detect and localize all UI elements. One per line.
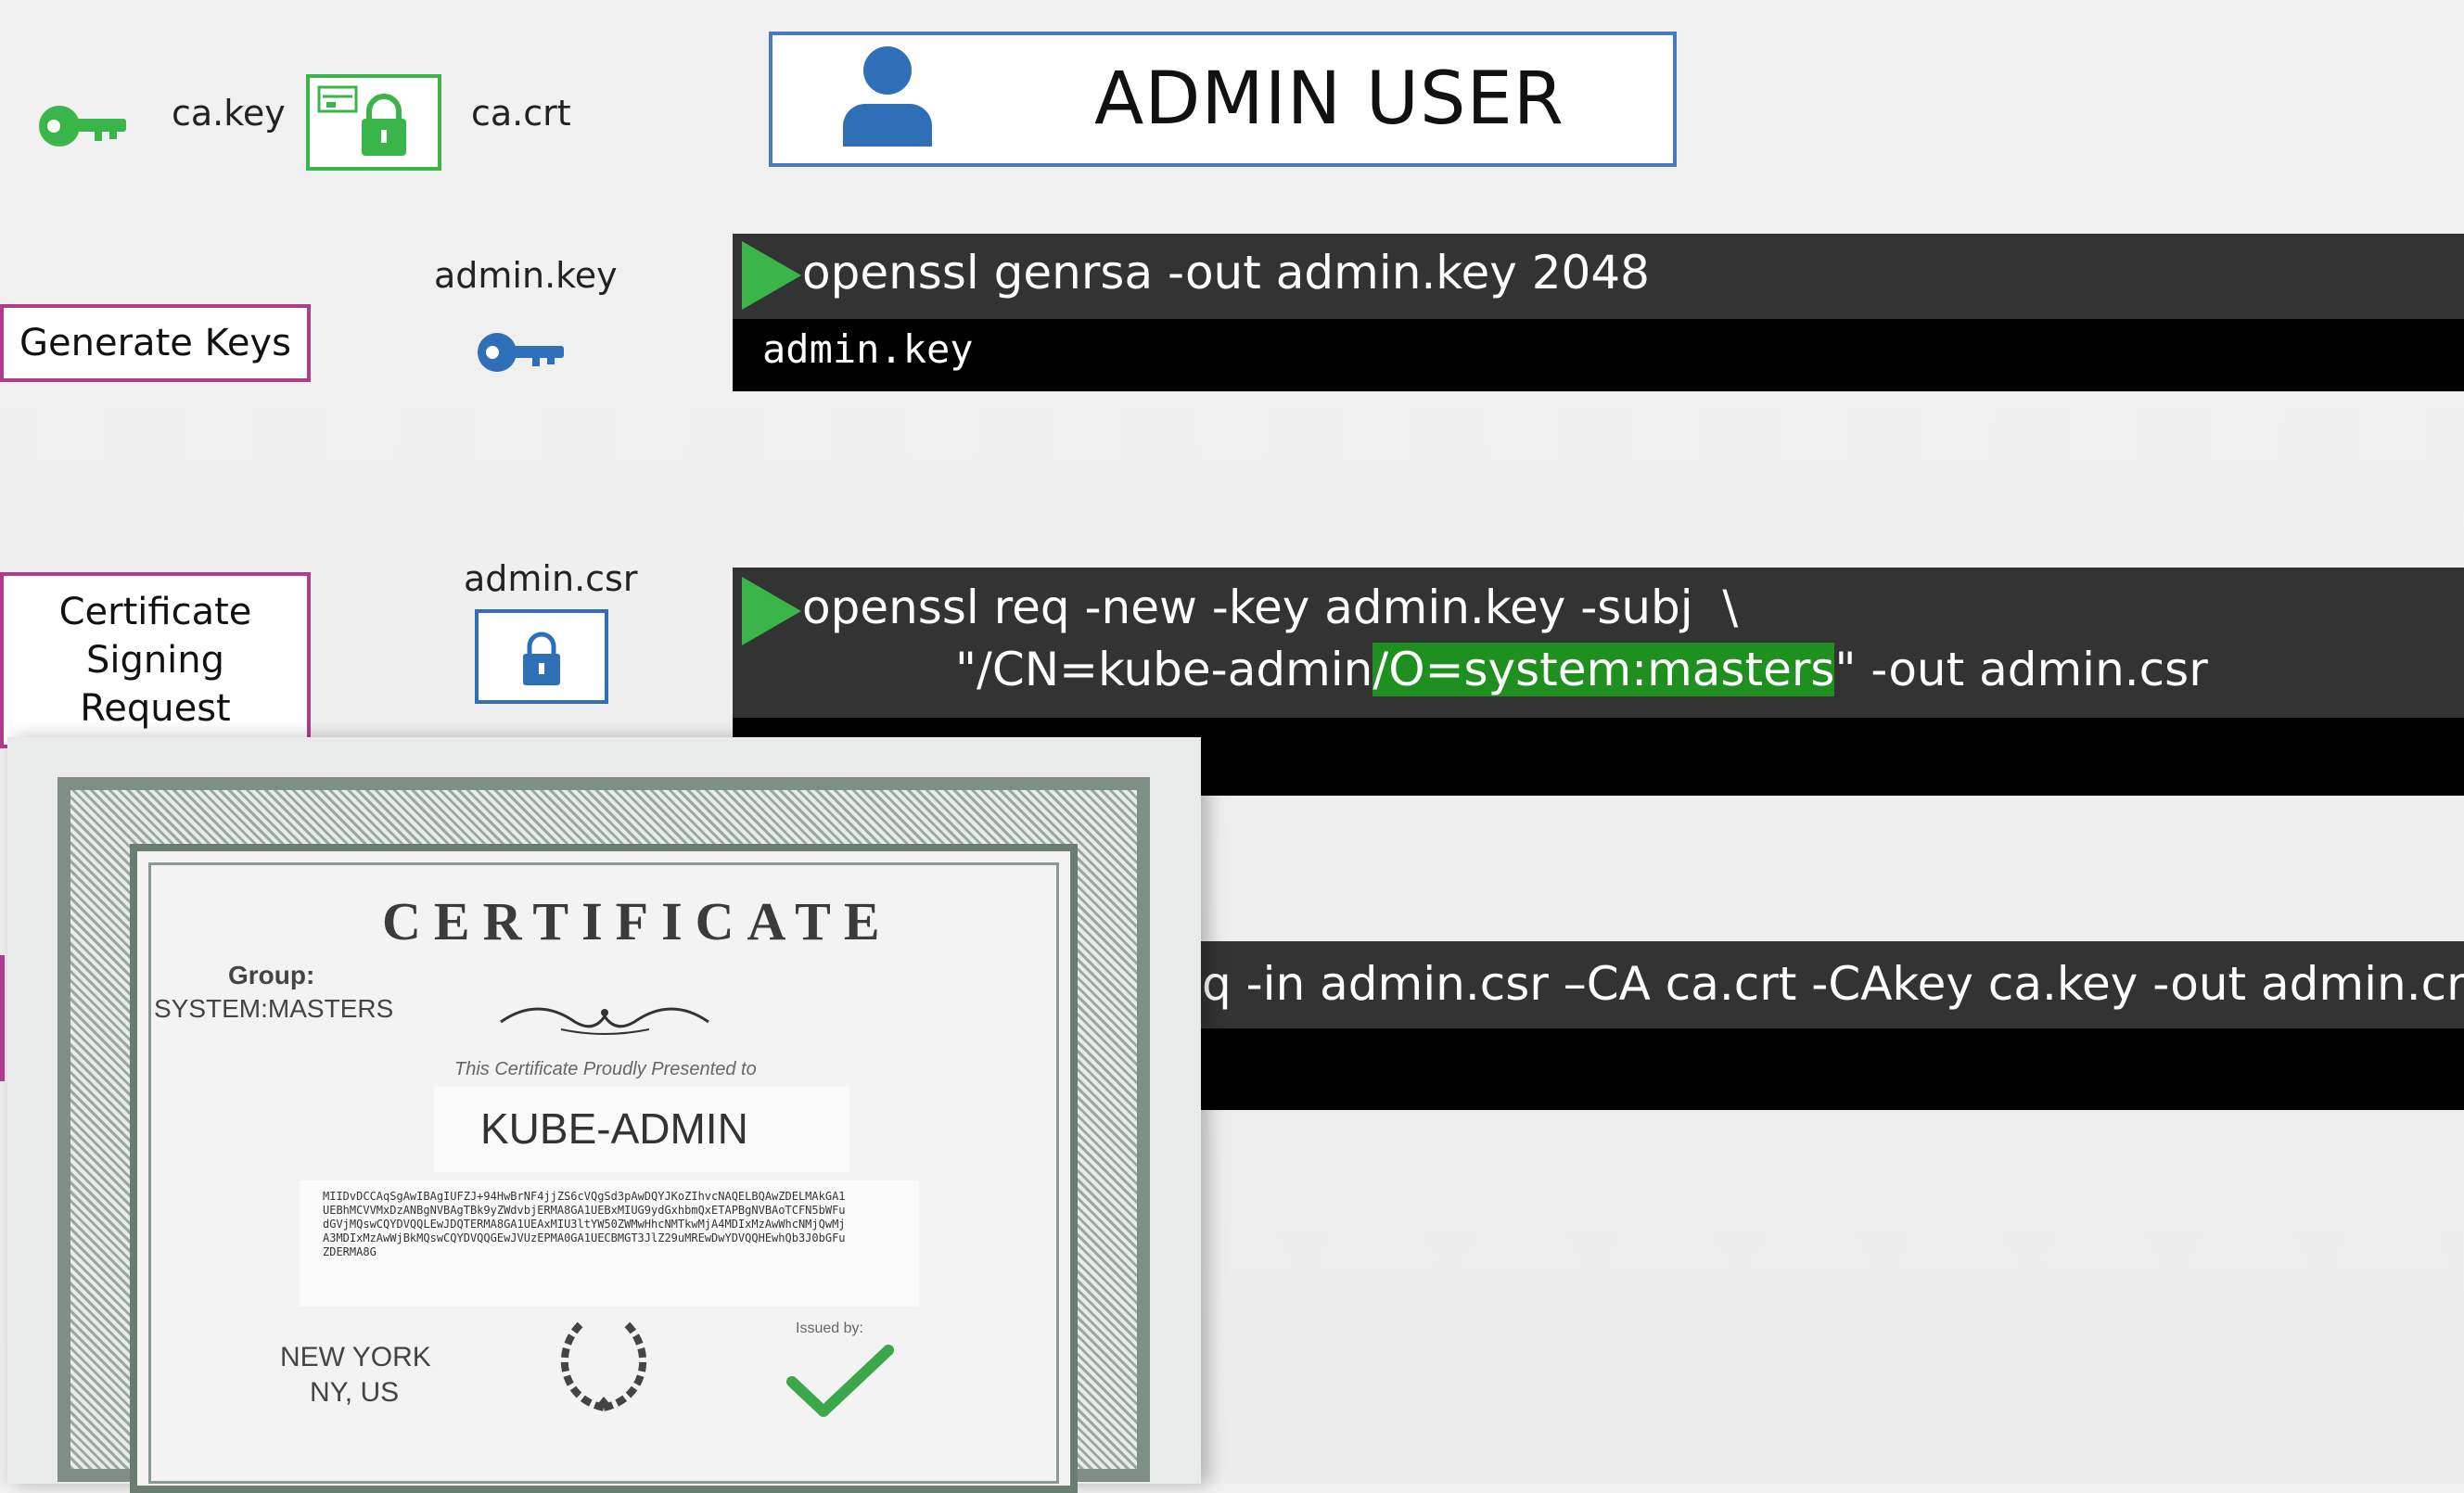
run-icon [740,239,803,312]
certificate-heading: CERTIFICATE [382,891,893,951]
terminal-3-command: q -in admin.csr –CA ca.crt -CAkey ca.key… [1202,957,2464,1011]
certificate-presented-to: This Certificate Proudly Presented to [454,1059,757,1079]
csr-label-line3: Request [80,687,231,730]
terminal-1-output: admin.key [762,326,974,372]
terminal-2-line2: "/CN=kube-admin/O=system:masters" -out a… [955,643,2208,696]
terminal-2-line1: openssl req -new -key admin.key -subj \ [802,581,1739,634]
terminal-3-body [1196,1028,2464,1110]
csr-label-line2: Signing [85,639,225,682]
flourish-ornament-icon [496,994,714,1040]
ca-crt-label: ca.crt [471,93,571,134]
certificate-group-label: Group: [228,961,315,989]
run-icon [740,575,803,647]
terminal-1-body [733,319,2464,391]
sign-step-edge [0,955,5,1081]
certificate-recipient: KUBE-ADMIN [480,1104,748,1153]
laurel-seal-icon [543,1315,664,1417]
terminal-2-subject-cn: "/CN=kube-admin [955,643,1373,696]
certificate-hash: MIIDvDCCAqSgAwIBAgIUFZJ+94HwBrNF4jjZS6cV… [323,1190,846,1258]
admin-key-label: admin.key [434,255,618,296]
terminal-2-out: " -out admin.csr [1834,643,2208,696]
ca-key-label: ca.key [172,93,286,134]
user-icon [839,45,936,147]
page-title: ADMIN USER [1094,57,1564,141]
terminal-1-command: openssl genrsa -out admin.key 2048 [802,246,1650,300]
csr-label-line1: Certificate [58,591,252,633]
ca-key-icon [37,102,130,150]
admin-csr-icon [475,609,608,704]
ca-cert-icon [306,74,441,171]
admin-csr-label: admin.csr [464,558,638,599]
admin-key-icon [477,329,566,376]
certificate-location-line2: NY, US [310,1377,400,1408]
csr-step: Certificate Signing Request [0,572,311,748]
generate-keys-label: Generate Keys [19,322,291,364]
certificate-issued-by: Issued by: [796,1321,863,1336]
certificate-group-value: SYSTEM:MASTERS [154,994,394,1023]
terminal-2-subject-org-highlight: /O=system:masters [1372,643,1835,696]
generate-keys-step: Generate Keys [0,304,311,382]
checkmark-icon [786,1345,894,1419]
certificate-location-line1: NEW YORK [280,1342,431,1372]
